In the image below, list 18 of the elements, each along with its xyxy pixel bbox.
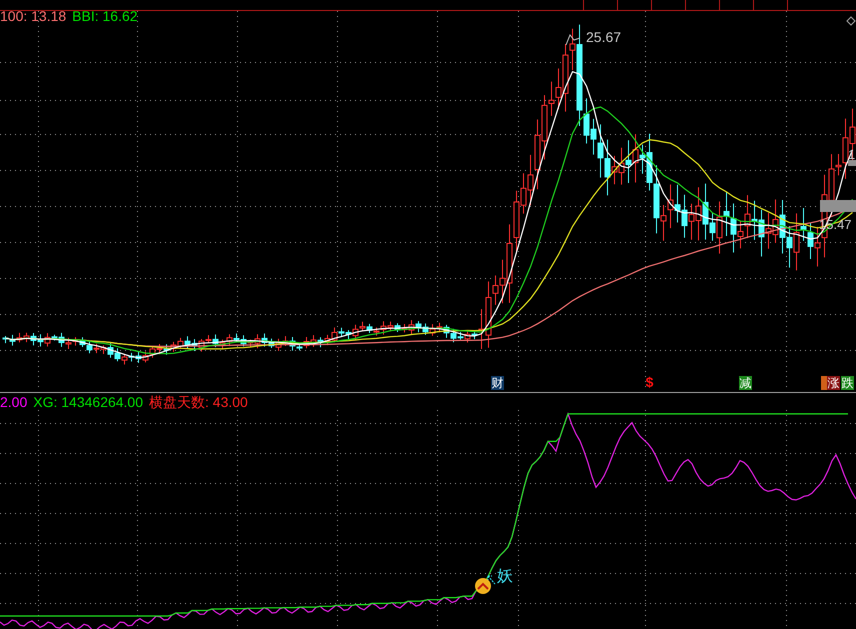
event-marker: 减	[739, 376, 752, 390]
diamond-icon[interactable]	[846, 16, 856, 26]
arrow-icon	[488, 576, 496, 584]
price-highlight-bar	[820, 200, 856, 212]
legend-value: BBI: 16.62	[72, 8, 138, 24]
event-marker: 涨	[827, 376, 840, 390]
event-marker: 跌	[841, 376, 854, 390]
event-marker: $	[645, 374, 654, 390]
signal-label: 妖	[497, 568, 513, 586]
price-label: 25.67	[586, 29, 622, 45]
event-marker: 财	[491, 376, 504, 390]
legend-value: 2.00	[0, 394, 28, 410]
legend-value: XG: 14346264.00	[33, 394, 144, 410]
leader-line	[566, 34, 580, 46]
price-highlight-bar	[848, 160, 856, 166]
signal-icon	[475, 578, 491, 594]
legend-value: 横盘天数: 43.00	[149, 394, 248, 410]
legend-value: 100: 13.18	[0, 8, 66, 24]
